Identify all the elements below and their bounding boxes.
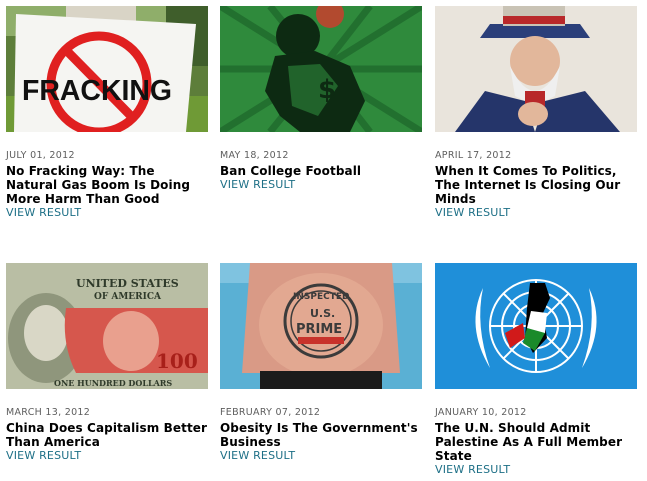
article-title[interactable]: When It Comes To Politics, The Internet …	[435, 164, 637, 206]
article-thumbnail-un-palestine[interactable]	[435, 263, 637, 389]
article-date: FEBRUARY 07, 2012	[220, 407, 321, 418]
view-result-link[interactable]: VIEW RESULT	[435, 463, 637, 476]
stamp-us-text: U.S.	[310, 307, 335, 320]
article-thumbnail-uncle-sam[interactable]	[435, 6, 637, 132]
article-date: JULY 01, 2012	[6, 150, 75, 161]
article-card: UNITED STATES OF AMERICA 100 ONE HUNDRED…	[6, 263, 208, 462]
view-result-link[interactable]: VIEW RESULT	[6, 206, 208, 219]
article-thumbnail-fracking[interactable]: FRACKING	[6, 6, 208, 132]
article-thumbnail-belly-stamp[interactable]: INSPECTED U.S. PRIME	[220, 263, 422, 389]
article-title[interactable]: Ban College Football	[220, 164, 422, 178]
stamp-inspected-text: INSPECTED	[293, 292, 349, 302]
article-title[interactable]: Obesity Is The Government's Business	[220, 421, 422, 449]
article-thumbnail-football[interactable]: $	[220, 6, 422, 132]
view-result-link[interactable]: VIEW RESULT	[220, 178, 422, 191]
svg-text:$: $	[318, 75, 336, 105]
article-title[interactable]: China Does Capitalism Better Than Americ…	[6, 421, 208, 449]
view-result-link[interactable]: VIEW RESULT	[435, 206, 637, 219]
view-result-link[interactable]: VIEW RESULT	[220, 449, 422, 462]
bill-sub-text: OF AMERICA	[94, 292, 162, 302]
article-title[interactable]: The U.N. Should Admit Palestine As A Ful…	[435, 421, 637, 463]
article-date: APRIL 17, 2012	[435, 150, 512, 161]
article-card: FRACKING JULY 01, 2012 No Fracking Way: …	[6, 6, 208, 219]
view-result-link[interactable]: VIEW RESULT	[6, 449, 208, 462]
article-date: JANUARY 10, 2012	[435, 407, 527, 418]
article-thumbnail-dollar-yuan[interactable]: UNITED STATES OF AMERICA 100 ONE HUNDRED…	[6, 263, 208, 389]
article-date: MAY 18, 2012	[220, 150, 289, 161]
article-date: MARCH 13, 2012	[6, 407, 91, 418]
stamp-prime-text: PRIME	[296, 322, 342, 337]
article-title[interactable]: No Fracking Way: The Natural Gas Boom Is…	[6, 164, 208, 206]
article-card: APRIL 17, 2012 When It Comes To Politics…	[435, 6, 637, 219]
fracking-sign-text: FRACKING	[22, 75, 172, 107]
article-card: $ MAY 18, 2012 Ban College Football VIEW…	[220, 6, 422, 191]
bill-bottom-text: ONE HUNDRED DOLLARS	[54, 378, 172, 388]
bill-100-text: 100	[156, 349, 198, 373]
article-card: JANUARY 10, 2012 The U.N. Should Admit P…	[435, 263, 637, 476]
bill-top-text: UNITED STATES	[76, 277, 179, 290]
article-card: INSPECTED U.S. PRIME FEBRUARY 07, 2012 O…	[220, 263, 422, 462]
